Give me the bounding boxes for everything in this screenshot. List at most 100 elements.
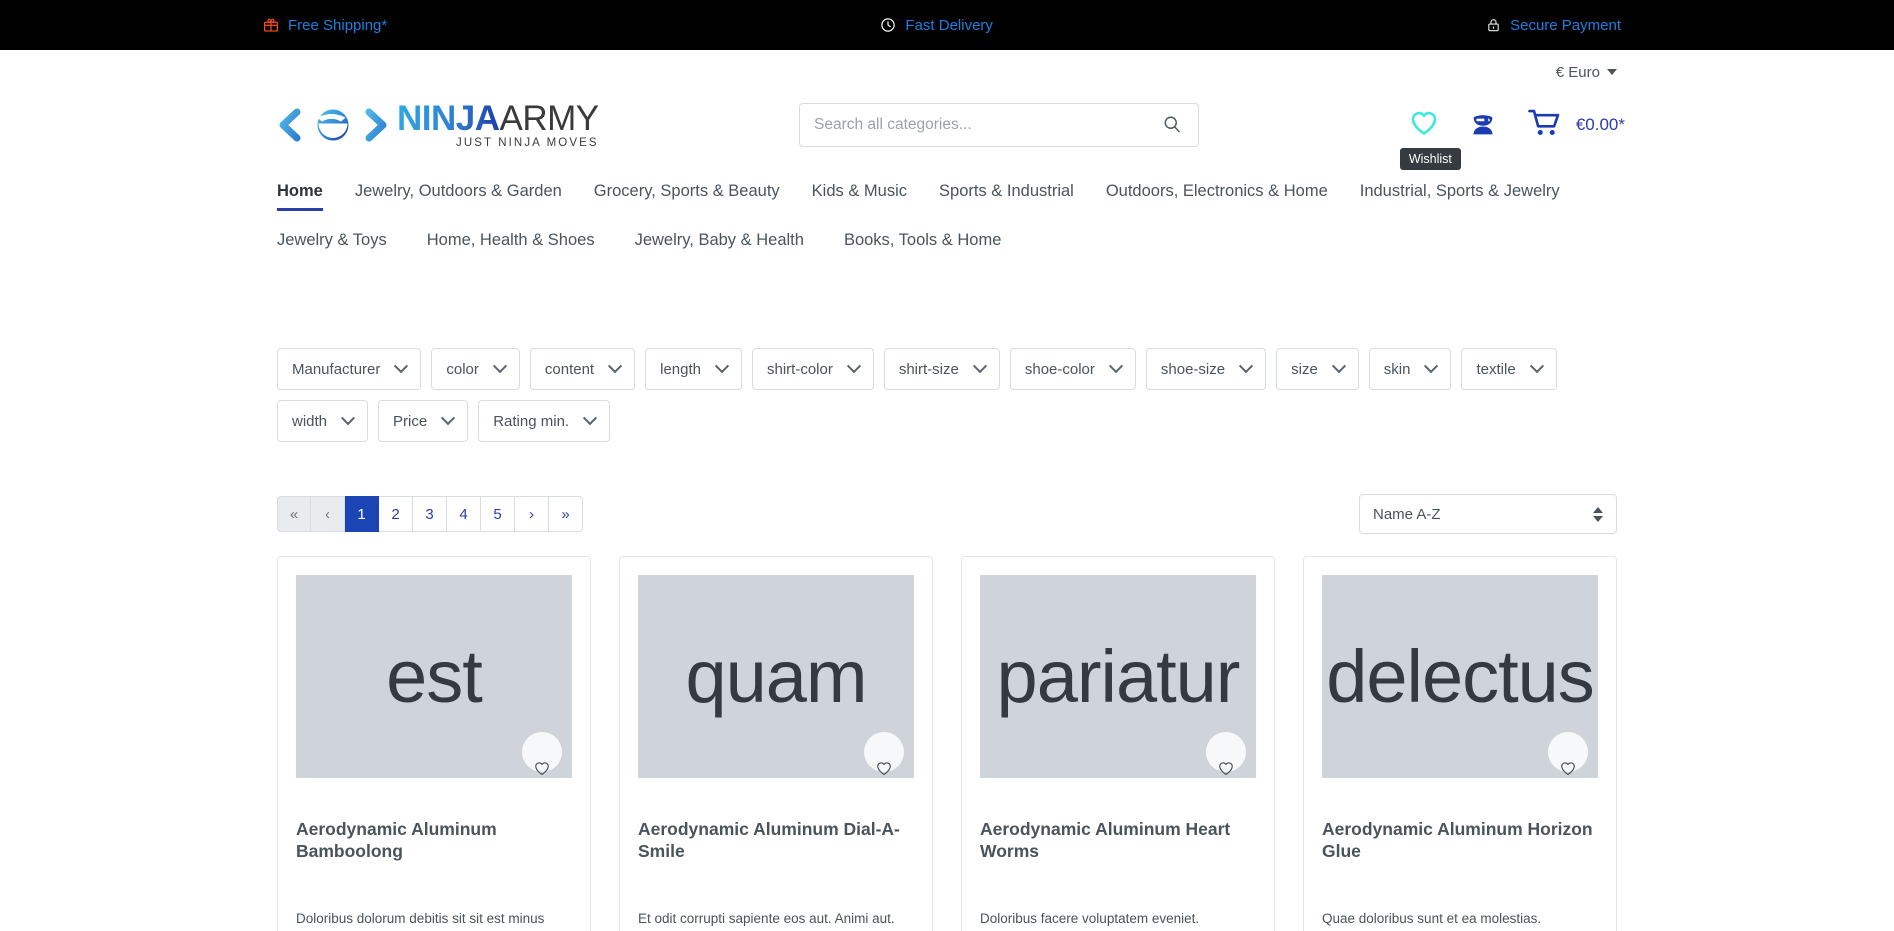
filter-label: color (446, 360, 479, 378)
clock-icon (880, 17, 896, 33)
page-5[interactable]: 5 (481, 496, 515, 532)
filter-shirt-color[interactable]: shirt-color (751, 348, 874, 390)
product-image-placeholder[interactable]: est (296, 575, 572, 778)
product-card[interactable]: pariatur Aerodynamic Aluminum Heart Worms… (961, 556, 1275, 931)
filter-skin[interactable]: skin (1368, 348, 1452, 390)
last-page[interactable]: » (549, 496, 583, 532)
filter-content[interactable]: content (529, 348, 636, 390)
product-card[interactable]: quam Aerodynamic Aluminum Dial-A-Smile Et … (619, 556, 933, 931)
filter-manufacturer[interactable]: Manufacturer (277, 348, 422, 390)
product-wishlist-button[interactable] (1548, 732, 1588, 776)
sorting-select[interactable]: Name A-Z (1359, 494, 1617, 534)
product-image-placeholder[interactable]: quam (638, 575, 914, 778)
sorting-value: Name A-Z (1373, 505, 1441, 523)
product-wishlist-button[interactable] (1206, 732, 1246, 776)
filter-label: size (1291, 360, 1318, 378)
product-wishlist-button[interactable] (522, 732, 562, 776)
chevron-down-icon (1108, 359, 1123, 374)
ninja-avatar-icon (1468, 108, 1498, 143)
product-card[interactable]: delectus Aerodynamic Aluminum Horizon Glu… (1303, 556, 1617, 931)
filter-shoe-size[interactable]: shoe-size (1145, 348, 1267, 390)
product-grid: est Aerodynamic Aluminum Bamboolong Dolori… (277, 556, 1617, 931)
chevron-down-icon (1239, 359, 1254, 374)
nav-item-jewelry-toys[interactable]: Jewelry & Toys (277, 225, 387, 260)
filter-rating-min[interactable]: Rating min. (478, 400, 611, 442)
top-promo-bar: Free Shipping* Fast Delivery Secure Paym… (0, 0, 1894, 50)
logo-tagline: JUST NINJA MOVES (455, 136, 599, 149)
product-description: Quae doloribus sunt et ea molestias. (1322, 910, 1542, 926)
top-promo-label: Secure Payment (1510, 16, 1621, 34)
filter-label: Manufacturer (292, 360, 381, 378)
page-1[interactable]: 1 (345, 496, 379, 532)
nav-item-kids-music[interactable]: Kids & Music (812, 176, 907, 211)
listing-content: Manufacturer color content length shirt-colo… (277, 260, 1617, 931)
chevron-down-icon (441, 411, 456, 426)
top-promo-free-shipping[interactable]: Free Shipping* (263, 17, 387, 34)
product-image-text: pariatur (996, 634, 1241, 718)
product-title[interactable]: Aerodynamic Aluminum Horizon Glue (1322, 818, 1598, 863)
cart-button[interactable]: €0.00* (1526, 108, 1625, 143)
account-button[interactable] (1468, 108, 1498, 143)
nav-item-home[interactable]: Home (277, 176, 323, 211)
chevron-down-icon (1529, 359, 1544, 374)
nav-item-sports-industrial[interactable]: Sports & Industrial (939, 176, 1074, 211)
top-promo-secure-payment[interactable]: Secure Payment (1486, 17, 1621, 34)
product-title[interactable]: Aerodynamic Aluminum Dial-A-Smile (638, 818, 914, 863)
nav-item-home-health-shoes[interactable]: Home, Health & Shoes (427, 225, 595, 260)
product-image-placeholder[interactable]: delectus (1322, 575, 1598, 778)
filter-label: width (292, 412, 328, 430)
header-actions: Wishlist €0.00* (1399, 108, 1625, 170)
filter-label: shoe-size (1160, 360, 1226, 378)
lock-icon (1486, 17, 1501, 33)
chevron-down-icon (714, 359, 730, 374)
filter-label: textile (1476, 360, 1516, 378)
nav-item-jewelry-outdoors-garden[interactable]: Jewelry, Outdoors & Garden (355, 176, 562, 211)
chevron-down-icon (1331, 359, 1346, 374)
search-submit-button[interactable] (1160, 114, 1184, 137)
page-3[interactable]: 3 (413, 496, 447, 532)
cart-icon (1526, 108, 1564, 143)
product-title[interactable]: Aerodynamic Aluminum Heart Worms (980, 818, 1256, 863)
pagination: «‹ 1 2 3 4 5 ›» (277, 496, 583, 532)
filter-length[interactable]: length (645, 348, 742, 390)
sort-updown-icon (1593, 506, 1603, 522)
product-card[interactable]: est Aerodynamic Aluminum Bamboolong Dolori… (277, 556, 591, 931)
filter-textile[interactable]: textile (1461, 348, 1557, 390)
nav-item-jewelry-baby-health[interactable]: Jewelry, Baby & Health (635, 225, 804, 260)
filter-price[interactable]: Price (378, 400, 469, 442)
search-container (799, 103, 1199, 147)
chevron-down-icon (1424, 359, 1439, 374)
filter-size[interactable]: size (1276, 348, 1359, 390)
heart-icon (1217, 715, 1235, 778)
filter-color[interactable]: color (431, 348, 520, 390)
wishlist-button[interactable]: Wishlist (1399, 108, 1461, 170)
chevron-down-icon (972, 359, 987, 374)
main-navigation: Home Jewelry, Outdoors & Garden Grocery, S… (277, 164, 1617, 260)
nav-item-industrial-sports-jewelry[interactable]: Industrial, Sports & Jewelry (1360, 176, 1560, 211)
nav-item-outdoors-electronics-home[interactable]: Outdoors, Electronics & Home (1106, 176, 1328, 211)
filter-shirt-size[interactable]: shirt-size (883, 348, 1000, 390)
search-input[interactable] (814, 116, 1160, 134)
filter-width[interactable]: width (277, 400, 369, 442)
filter-shoe-color[interactable]: shoe-color (1009, 348, 1136, 390)
currency-switcher[interactable]: € Euro (1556, 64, 1617, 81)
filter-label: shirt-color (766, 360, 833, 378)
nav-item-grocery-sports-beauty[interactable]: Grocery, Sports & Beauty (594, 176, 780, 211)
product-image-placeholder[interactable]: pariatur (980, 575, 1256, 778)
next-page[interactable]: › (515, 496, 549, 532)
nav-item-books-tools-home[interactable]: Books, Tools & Home (844, 225, 1001, 260)
product-title[interactable]: Aerodynamic Aluminum Bamboolong (296, 818, 572, 863)
product-description: Et odit corrupti sapiente eos aut. Animi… (638, 910, 895, 926)
page-4[interactable]: 4 (447, 496, 481, 532)
top-promo-fast-delivery[interactable]: Fast Delivery (880, 17, 993, 34)
filter-label: content (544, 360, 595, 378)
page-2[interactable]: 2 (379, 496, 413, 532)
logo-word-army: ARMY (499, 98, 600, 138)
chevron-down-icon (608, 359, 623, 374)
top-promo-label: Free Shipping* (288, 16, 388, 34)
product-wishlist-button[interactable] (864, 732, 904, 776)
logo-word-ninja: NINJA (397, 98, 500, 138)
site-logo[interactable]: NINJAARMY JUST NINJA MOVES (277, 98, 599, 150)
product-description: Doloribus facere voluptatem eveniet. (980, 910, 1200, 926)
filter-label: length (660, 360, 701, 378)
